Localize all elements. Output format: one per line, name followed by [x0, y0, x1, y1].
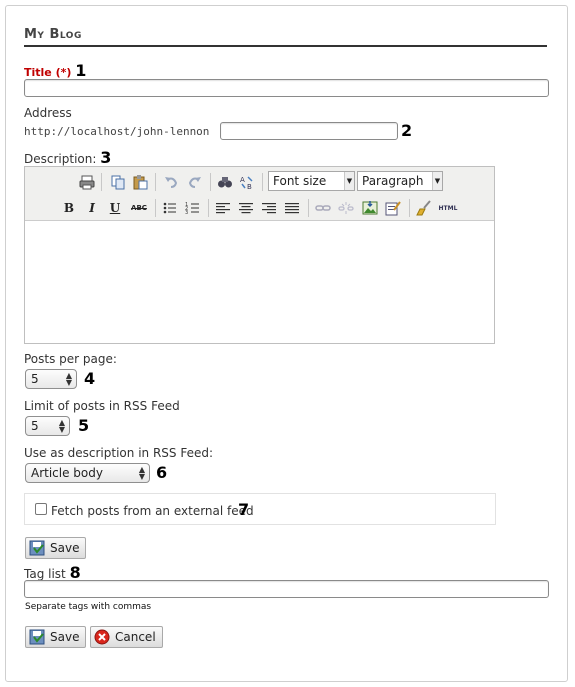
- tag-list-hint: Separate tags with commas: [25, 602, 152, 612]
- address-label: Address: [24, 106, 72, 120]
- bullet-list-icon[interactable]: [160, 198, 180, 218]
- callout-7: 7: [238, 500, 250, 519]
- rss-limit-label: Limit of posts in RSS Feed: [24, 399, 180, 413]
- font-size-select[interactable]: Font size ▼: [268, 171, 355, 191]
- rss-description-label: Use as description in RSS Feed:: [24, 446, 213, 460]
- toolbar-separator: [155, 173, 156, 191]
- rss-description-select[interactable]: Article body ▲ ▼: [25, 463, 150, 483]
- copy-icon[interactable]: [108, 172, 128, 192]
- save-button-bottom[interactable]: Save: [25, 626, 87, 648]
- toolbar-separator: [208, 199, 209, 217]
- callout-3: 3: [100, 148, 112, 167]
- cancel-button-label: Cancel: [115, 630, 156, 644]
- save-icon: [29, 629, 45, 645]
- callout-4: 4: [84, 369, 96, 388]
- paste-icon[interactable]: [130, 172, 150, 192]
- unlink-icon[interactable]: [336, 198, 356, 218]
- title-input[interactable]: [24, 79, 549, 97]
- spinner-arrows-icon: ▲ ▼: [138, 465, 145, 481]
- toolbar-separator: [308, 199, 309, 217]
- cancel-button[interactable]: Cancel: [90, 626, 163, 648]
- callout-5: 5: [78, 416, 90, 435]
- external-feed-checkbox[interactable]: [35, 503, 47, 515]
- save-button-label: Save: [50, 630, 80, 644]
- save-icon: [29, 540, 45, 556]
- bold-button[interactable]: B: [59, 198, 79, 218]
- posts-per-page-value: 5: [31, 372, 39, 386]
- rss-limit-select[interactable]: 5 ▲ ▼: [25, 416, 70, 436]
- title-label: Title: [24, 66, 52, 79]
- link-icon[interactable]: [313, 198, 333, 218]
- tag-list-label: Tag list: [24, 567, 66, 581]
- toolbar-separator: [155, 199, 156, 217]
- external-feed-label[interactable]: Fetch posts from an external feed: [51, 504, 254, 518]
- tag-list-input[interactable]: [24, 580, 549, 598]
- edit-icon[interactable]: [383, 198, 403, 218]
- undo-icon[interactable]: [161, 172, 181, 192]
- underline-button[interactable]: U: [105, 198, 125, 218]
- posts-per-page-select[interactable]: 5 ▲ ▼: [25, 369, 77, 389]
- editor-toolbar: AB Font size ▼ Paragraph ▼ B I U ABC 123: [25, 167, 494, 221]
- align-justify-icon[interactable]: [282, 198, 302, 218]
- toolbar-separator: [409, 199, 410, 217]
- spinner-arrows-icon: ▲ ▼: [58, 418, 65, 434]
- replace-icon[interactable]: AB: [237, 172, 257, 192]
- html-source-button[interactable]: HTML: [436, 198, 460, 218]
- italic-button[interactable]: I: [82, 198, 102, 218]
- font-size-value: Font size: [273, 174, 327, 188]
- svg-text:3: 3: [185, 210, 188, 216]
- format-select[interactable]: Paragraph ▼: [357, 171, 443, 191]
- spinner-arrows-icon: ▲ ▼: [65, 371, 72, 387]
- redo-icon[interactable]: [185, 172, 205, 192]
- callout-6: 6: [156, 463, 168, 482]
- toolbar-separator: [210, 173, 211, 191]
- align-left-icon[interactable]: [213, 198, 233, 218]
- image-icon[interactable]: [360, 198, 380, 218]
- address-prefix: http://localhost/john-lennon: [24, 125, 210, 138]
- posts-per-page-label: Posts per page:: [24, 352, 117, 366]
- format-value: Paragraph: [362, 174, 424, 188]
- toolbar-separator: [262, 173, 263, 191]
- description-label-group: Description: 3: [24, 148, 111, 167]
- callout-1: 1: [75, 61, 87, 80]
- address-input[interactable]: [220, 122, 398, 140]
- strikethrough-button[interactable]: ABC: [129, 198, 149, 218]
- cleanup-brush-icon[interactable]: [414, 198, 434, 218]
- editor-content-area[interactable]: [25, 222, 494, 343]
- save-button[interactable]: Save: [25, 537, 87, 559]
- save-button-label: Save: [50, 541, 80, 555]
- rss-limit-value: 5: [31, 419, 39, 433]
- rss-description-value: Article body: [31, 466, 103, 480]
- required-marker: (*): [55, 66, 72, 79]
- align-center-icon[interactable]: [236, 198, 256, 218]
- find-icon[interactable]: [215, 172, 235, 192]
- page-title: My Blog: [24, 27, 547, 47]
- callout-2: 2: [401, 121, 413, 140]
- title-label-group: Title (*) 1: [24, 61, 86, 80]
- rich-text-editor: AB Font size ▼ Paragraph ▼ B I U ABC 123: [24, 166, 495, 344]
- toolbar-separator: [101, 173, 102, 191]
- print-icon[interactable]: [77, 172, 97, 192]
- svg-text:A: A: [240, 176, 245, 184]
- close-icon: [94, 629, 110, 645]
- align-right-icon[interactable]: [259, 198, 279, 218]
- numbered-list-icon[interactable]: 123: [183, 198, 203, 218]
- chevron-down-icon: ▼: [432, 172, 442, 190]
- description-label: Description:: [24, 152, 97, 166]
- svg-text:B: B: [247, 183, 252, 190]
- chevron-down-icon: ▼: [344, 172, 354, 190]
